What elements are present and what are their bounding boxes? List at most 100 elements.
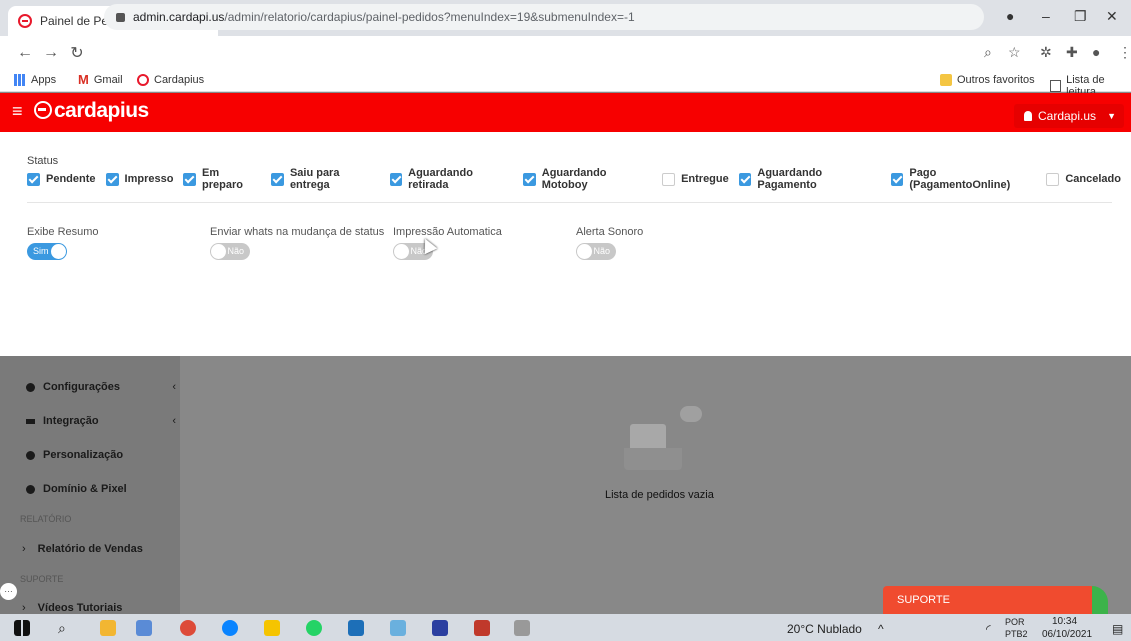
speech-bubble-shape	[680, 406, 702, 422]
sidebar-item-integracao[interactable]: Integração ‹	[26, 415, 176, 427]
sidebar-item-personalizacao[interactable]: Personalização	[26, 449, 176, 461]
hamburger-menu-icon[interactable]: ≡	[12, 101, 23, 122]
profile-circle-icon[interactable]: ●	[1006, 8, 1014, 24]
search-icon[interactable]: ⌕	[58, 620, 74, 636]
checkbox-aguardando-pagamento[interactable]: Aguardando Pagamento	[738, 167, 881, 191]
file-explorer-icon[interactable]	[100, 620, 116, 636]
checkbox-box[interactable]	[523, 172, 536, 186]
gear-icon	[26, 450, 35, 460]
whatsapp-icon[interactable]	[306, 620, 322, 636]
checkbox-aguardando-motoboy[interactable]: Aguardando Motoboy	[523, 167, 652, 191]
url-host: admin.cardapi.us	[133, 10, 225, 24]
windows-start-icon[interactable]	[14, 620, 30, 636]
checkbox-label: Aguardando retirada	[408, 167, 473, 191]
checkbox-label: Saiu para entrega	[289, 167, 340, 191]
checkbox-box[interactable]	[738, 172, 752, 186]
sidebar-item-label: Relatório de Vendas	[37, 543, 143, 555]
clock-time[interactable]: 10:34	[1052, 616, 1077, 627]
avatar[interactable]: ●	[1092, 44, 1100, 60]
toggle-knob	[211, 244, 226, 259]
sidebar-item-label: Personalização	[43, 449, 124, 461]
folder-icon	[940, 74, 952, 86]
wave-app-icon[interactable]	[432, 620, 448, 636]
bookmarks-bar: Apps M Gmail Cardapius Outros favoritos …	[0, 70, 1131, 98]
checkbox-box[interactable]	[662, 172, 676, 186]
weather-text[interactable]: 20°C Nublado	[787, 622, 862, 636]
clock-date[interactable]: 06/10/2021	[1042, 629, 1092, 640]
bookmark-apps[interactable]: Apps	[14, 74, 56, 86]
checkbox-entregue[interactable]: Entregue	[662, 172, 729, 186]
bookmark-gmail[interactable]: M Gmail	[78, 73, 123, 86]
checkbox-label: Pendente	[46, 173, 96, 185]
close-window-icon[interactable]: ✕	[1106, 8, 1118, 25]
url-bar[interactable]: admin.cardapi.us/admin/relatorio/cardapi…	[104, 4, 984, 30]
puzzle-icon[interactable]: ✚	[1066, 44, 1078, 61]
gear-icon	[26, 382, 35, 392]
windows-taskbar: ⌕ 20°C Nublado ^ ◜ POR PTB2 10:34 06/10/…	[0, 614, 1131, 641]
checkbox-box[interactable]	[1046, 172, 1060, 186]
enviar-whats-toggle[interactable]: Não	[210, 243, 250, 260]
exibe-resumo-label: Exibe Resumo	[27, 226, 99, 238]
exibe-resumo-toggle[interactable]: Sim	[27, 243, 67, 260]
checkbox-box[interactable]	[389, 172, 403, 186]
address-toolbar: ← → ↻	[0, 36, 1131, 70]
checkbox-saiu-para-entrega[interactable]: Saiu para entrega	[271, 167, 379, 191]
alerta-sonoro-group: Alerta Sonoro Não	[576, 226, 643, 260]
checkbox-cancelado[interactable]: Cancelado	[1046, 172, 1121, 186]
user-menu-button[interactable]: Cardapi.us ▼	[1014, 104, 1124, 128]
skype-icon[interactable]	[222, 620, 238, 636]
bookmark-outros-favoritos[interactable]: Outros favoritos	[940, 74, 1035, 86]
orders-list-area	[180, 356, 1131, 614]
caret-down-icon: ▼	[1107, 111, 1116, 121]
restore-icon[interactable]: ❐	[1074, 8, 1087, 25]
printer-icon[interactable]	[514, 620, 530, 636]
reload-icon[interactable]: ↻	[64, 43, 90, 63]
exchange-icon	[26, 418, 35, 424]
extension-icon[interactable]: ✲	[1040, 44, 1052, 61]
checkbox-box[interactable]	[27, 172, 40, 186]
monitor-icon[interactable]	[390, 620, 406, 636]
suporte-button[interactable]: SUPORTE	[883, 586, 1108, 614]
checkbox-pago-online[interactable]: Pago (PagamentoOnline)	[890, 167, 1037, 191]
toggle-state: Sim	[33, 246, 49, 256]
kebab-menu-icon[interactable]: ⋮	[1118, 44, 1131, 61]
sidebar-item-label: Integração	[43, 415, 99, 427]
notes-icon[interactable]	[264, 620, 280, 636]
star-icon[interactable]: ☆	[1008, 44, 1021, 61]
photos-icon[interactable]	[348, 620, 364, 636]
checkbox-box[interactable]	[271, 172, 284, 186]
app-icon[interactable]	[136, 620, 152, 636]
chrome-icon[interactable]	[180, 620, 196, 636]
checkbox-box[interactable]	[890, 172, 904, 186]
lang-variant[interactable]: PTB2	[1005, 629, 1028, 639]
tray-chevron-icon[interactable]: ^	[878, 622, 884, 636]
chat-bubble-icon[interactable]: …	[0, 583, 17, 600]
bookmark-cardapius[interactable]: Cardapius	[137, 74, 204, 86]
checkbox-em-preparo[interactable]: Em preparo	[183, 167, 261, 191]
url-path: /admin/relatorio/cardapius/painel-pedido…	[224, 10, 635, 24]
sidebar-item-videos-tutoriais[interactable]: › Vídeos Tutoriais	[22, 602, 172, 614]
minimize-icon[interactable]: –	[1042, 8, 1050, 24]
lang-code[interactable]: POR	[1005, 617, 1025, 627]
forward-icon[interactable]: →	[38, 44, 64, 62]
checkbox-pendente[interactable]: Pendente	[27, 172, 96, 186]
sidebar-item-dominio-pixel[interactable]: Domínio & Pixel	[26, 483, 176, 495]
chevron-left-icon: ‹	[172, 381, 176, 393]
alerta-sonoro-toggle[interactable]: Não	[576, 243, 616, 260]
checkbox-label: Aguardando Pagamento	[757, 167, 823, 191]
wifi-icon[interactable]: ◜	[986, 622, 991, 636]
zoom-icon[interactable]: ⌕	[984, 44, 992, 61]
notification-icon[interactable]: ▤	[1112, 622, 1123, 636]
reading-list-icon	[1050, 80, 1062, 92]
checkbox-aguardando-retirada[interactable]: Aguardando retirada	[389, 167, 514, 191]
app-logo[interactable]: cardapius	[34, 99, 149, 123]
checkbox-box[interactable]	[183, 172, 197, 186]
sidebar-item-relatorio-vendas[interactable]: › Relatório de Vendas	[22, 543, 172, 555]
back-icon[interactable]: ←	[12, 44, 38, 62]
checkbox-impresso[interactable]: Impresso	[105, 172, 173, 186]
checkbox-box[interactable]	[105, 172, 119, 186]
checkbox-label: Entregue	[681, 173, 729, 185]
sidebar-item-configuracoes[interactable]: Configurações ‹	[26, 381, 176, 393]
chevron-right-icon: ›	[22, 543, 26, 555]
archive-icon[interactable]	[474, 620, 490, 636]
